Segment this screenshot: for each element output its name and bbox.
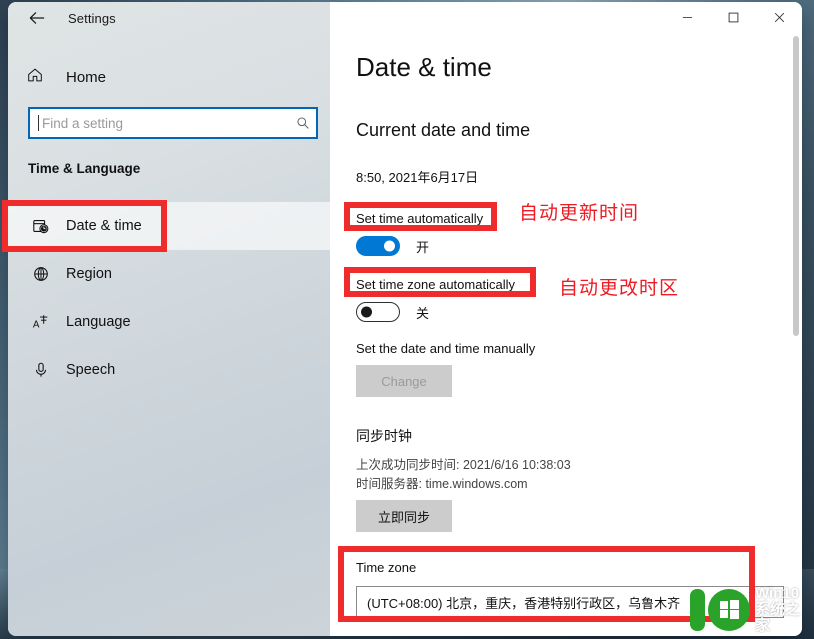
set-timezone-automatically-state: 关 <box>416 305 430 321</box>
sidebar-item-label: Region <box>66 266 112 282</box>
window-controls <box>664 2 802 33</box>
set-timezone-automatically-label: Set time zone automatically <box>356 277 515 292</box>
toggle-knob <box>361 306 372 318</box>
sidebar-item-region[interactable]: Region <box>8 250 330 298</box>
sidebar-item-home[interactable]: Home <box>26 62 176 92</box>
sync-clock-heading: 同步时钟 <box>356 428 412 444</box>
time-zone-label: Time zone <box>356 560 417 575</box>
change-button[interactable]: Change <box>356 365 452 397</box>
set-timezone-automatically-toggle[interactable] <box>356 302 400 322</box>
globe-icon <box>32 265 58 283</box>
search-icon[interactable] <box>290 116 316 130</box>
settings-window: Home Time & Language <box>8 2 802 636</box>
search-input[interactable] <box>39 115 290 131</box>
sidebar: Home Time & Language <box>8 2 330 636</box>
calendar-clock-icon <box>32 217 58 235</box>
sync-now-button[interactable]: 立即同步 <box>356 500 452 532</box>
title-bar: Settings <box>8 2 802 34</box>
time-server: 时间服务器: time.windows.com <box>356 477 528 491</box>
set-time-automatically-row: 开 <box>356 236 429 256</box>
search-box[interactable] <box>28 107 318 139</box>
svg-text:A: A <box>33 319 40 330</box>
window-title: Settings <box>68 10 116 26</box>
main-scrollbar[interactable] <box>792 36 800 626</box>
sidebar-item-label: Date & time <box>66 218 142 234</box>
sidebar-item-date-time[interactable]: Date & time <box>8 202 330 250</box>
sidebar-nav: Date & time Region A Language Speech <box>8 202 330 394</box>
annotation-note-time-auto: 自动更新时间 <box>519 203 640 224</box>
scrollbar-thumb[interactable] <box>793 36 799 336</box>
back-button[interactable] <box>20 3 54 33</box>
close-icon <box>774 12 784 23</box>
sidebar-home-label: Home <box>66 68 107 86</box>
main-content: Date & time Current date and time 8:50, … <box>330 2 802 636</box>
maximize-icon <box>728 12 738 23</box>
annotation-note-timezone-auto: 自动更改时区 <box>559 278 680 299</box>
set-time-automatically-state: 开 <box>416 239 430 255</box>
watermark-line1: Win10 <box>755 585 800 602</box>
screenshot-root: Home Time & Language <box>0 0 814 639</box>
watermark-line2: 系统之家 <box>755 600 801 634</box>
current-datetime-heading: Current date and time <box>356 120 531 140</box>
back-arrow-icon <box>29 12 44 24</box>
sidebar-item-speech[interactable]: Speech <box>8 346 330 394</box>
sidebar-item-label: Language <box>66 314 131 330</box>
toggle-knob <box>384 240 395 252</box>
watermark-text: Win10 系统之家 <box>755 586 814 633</box>
windows-flag-icon <box>719 600 739 620</box>
sidebar-item-label: Speech <box>66 362 116 378</box>
page-title: Date & time <box>356 52 492 82</box>
logo-circle <box>708 588 750 631</box>
last-sync-time: 上次成功同步时间: 2021/6/16 10:38:03 <box>356 458 571 472</box>
set-manually-label: Set the date and time manually <box>356 341 536 356</box>
home-icon <box>26 66 44 89</box>
win10-logo-icon <box>690 588 750 631</box>
language-icon: A <box>32 313 58 331</box>
microphone-icon <box>32 361 58 379</box>
set-time-automatically-toggle[interactable] <box>356 236 400 256</box>
logo-bar <box>690 588 705 631</box>
minimize-icon <box>682 17 692 18</box>
set-time-automatically-label: Set time automatically <box>356 211 484 226</box>
set-timezone-automatically-row: 关 <box>356 302 429 322</box>
current-datetime-value: 8:50, 2021年6月17日 <box>356 170 479 185</box>
watermark: Win10 系统之家 <box>690 586 814 633</box>
sidebar-section-header: Time & Language <box>28 161 141 176</box>
close-button[interactable] <box>756 2 802 33</box>
minimize-button[interactable] <box>664 2 710 33</box>
maximize-button[interactable] <box>710 2 756 33</box>
sidebar-item-language[interactable]: A Language <box>8 298 330 346</box>
time-zone-value: (UTC+08:00) 北京，重庆，香港特别行政区，乌鲁木齐 <box>367 595 681 611</box>
